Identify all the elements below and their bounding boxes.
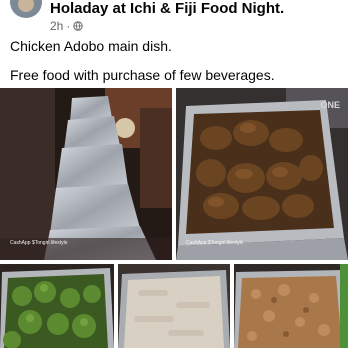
post-meta: 2h · [50,19,84,33]
photo-watermark: CashApp $Tongirl.lifestyle [10,240,68,246]
rice-image [118,264,230,348]
photo-sign-text: ONE [320,100,340,110]
photo-watermark: CashApp $Tongirl.lifestyle [186,240,244,246]
post-body: Chicken Adobo main dish. Free food with … [10,37,275,84]
post-text-line: Free food with purchase of few beverages… [10,67,275,83]
meta-separator: · [66,19,71,33]
photo-broccoli[interactable] [0,264,114,348]
post-text-line: Chicken Adobo main dish. [10,38,172,54]
photo-chicken-adobo[interactable]: ONE CashApp $Tongirl.lifestyle [176,88,348,260]
chicken-adobo-image [176,88,348,260]
post-title[interactable]: Holaday at Ichi & Fiji Food Night. [50,0,284,18]
photo-foil-trays[interactable]: CashApp $Tongirl.lifestyle [0,88,172,260]
post-time[interactable]: 2h [50,19,63,33]
fried-rice-image [234,264,348,348]
photo-rice[interactable] [118,264,230,348]
avatar[interactable] [10,0,42,18]
foil-trays-image [0,88,172,260]
post-header: Holaday at Ichi & Fiji Food Night. 2h · [0,0,348,36]
globe-icon[interactable] [73,21,84,31]
photo-fried-rice[interactable] [234,264,348,348]
broccoli-image [0,264,114,348]
